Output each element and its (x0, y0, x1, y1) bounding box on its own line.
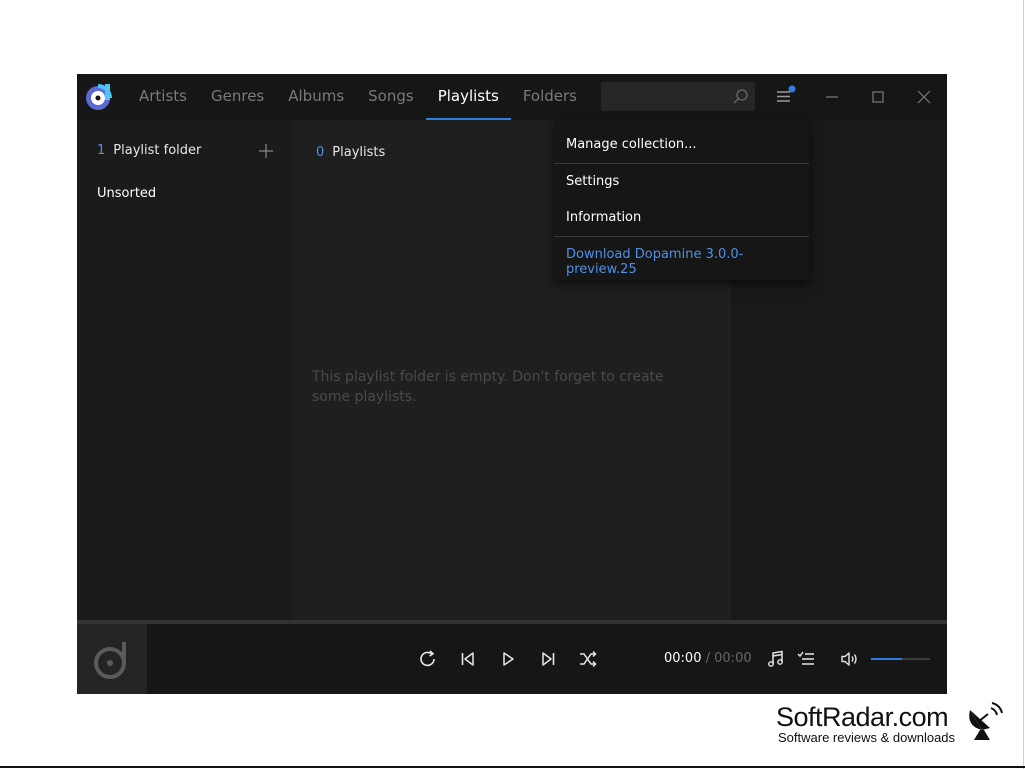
add-playlist-folder-icon[interactable] (257, 142, 275, 160)
empty-playlist-message: This playlist folder is empty. Don't for… (312, 369, 664, 405)
player-bar: 00:00 / 00:00 (77, 624, 947, 694)
dopamine-logo-icon (86, 84, 112, 110)
tab-artists[interactable]: Artists (127, 74, 199, 120)
menu-item-manage-collection[interactable]: Manage collection... (566, 137, 697, 152)
volume-slider[interactable] (871, 658, 930, 660)
tab-playlists[interactable]: Playlists (425, 74, 511, 120)
volume-slider-fill (871, 658, 903, 660)
next-track-icon[interactable] (537, 648, 559, 670)
menu-item-download-update[interactable]: Download Dopamine 3.0.0-preview.25 (566, 247, 809, 277)
previous-track-icon[interactable] (457, 648, 479, 670)
watermark-subtitle: Software reviews & downloads (778, 730, 956, 745)
watermark-title: SoftRadar.com (776, 702, 949, 732)
search-icon (733, 89, 748, 104)
tab-folders[interactable]: Folders (511, 74, 589, 120)
minimize-icon[interactable] (822, 87, 842, 107)
page-border-bottom (0, 766, 1025, 768)
playlist-folders-panel: 1 Playlist folder Unsorted (77, 120, 293, 620)
repeat-icon[interactable] (417, 648, 439, 670)
folder-item-unsorted[interactable]: Unsorted (97, 186, 156, 201)
playlists-label: Playlists (332, 145, 386, 160)
playlist-folder-count: 1 (97, 143, 106, 158)
play-icon[interactable] (497, 648, 519, 670)
tab-albums[interactable]: Albums (276, 74, 356, 120)
page-border-right (1023, 0, 1024, 769)
playlist-folder-label: Playlist folder (113, 143, 202, 158)
main-navigation: Artists Genres Albums Songs Playlists Fo… (127, 74, 589, 120)
satellite-dish-icon (969, 702, 1003, 740)
music-note-icon[interactable] (765, 648, 787, 670)
menu-item-information[interactable]: Information (566, 210, 641, 225)
playback-queue-icon[interactable] (795, 648, 817, 670)
tab-genres[interactable]: Genres (199, 74, 276, 120)
menu-divider (554, 236, 809, 237)
total-time: 00:00 (714, 651, 752, 666)
search-input[interactable] (601, 82, 755, 111)
maximize-icon[interactable] (868, 87, 888, 107)
close-icon[interactable] (914, 87, 934, 107)
album-cover (77, 624, 147, 694)
shuffle-icon[interactable] (577, 648, 599, 670)
dopamine-placeholder-icon (94, 642, 126, 679)
title-bar: Artists Genres Albums Songs Playlists Fo… (77, 74, 947, 120)
current-time: 00:00 (664, 651, 702, 666)
menu-item-settings[interactable]: Settings (566, 174, 619, 189)
playlist-folder-header: 1 Playlist folder (97, 143, 201, 158)
playlists-count: 0 (316, 145, 325, 160)
main-menu-dropdown: Manage collection... Settings Informatio… (554, 120, 809, 280)
tab-songs[interactable]: Songs (356, 74, 426, 120)
volume-icon[interactable] (838, 648, 860, 670)
menu-divider (554, 163, 809, 164)
time-separator: / (705, 651, 710, 666)
playlists-header: 0 Playlists (316, 145, 385, 160)
dopamine-window: Artists Genres Albums Songs Playlists Fo… (77, 74, 947, 694)
main-menu-icon[interactable] (773, 84, 797, 108)
playback-time: 00:00 / 00:00 (664, 651, 752, 666)
